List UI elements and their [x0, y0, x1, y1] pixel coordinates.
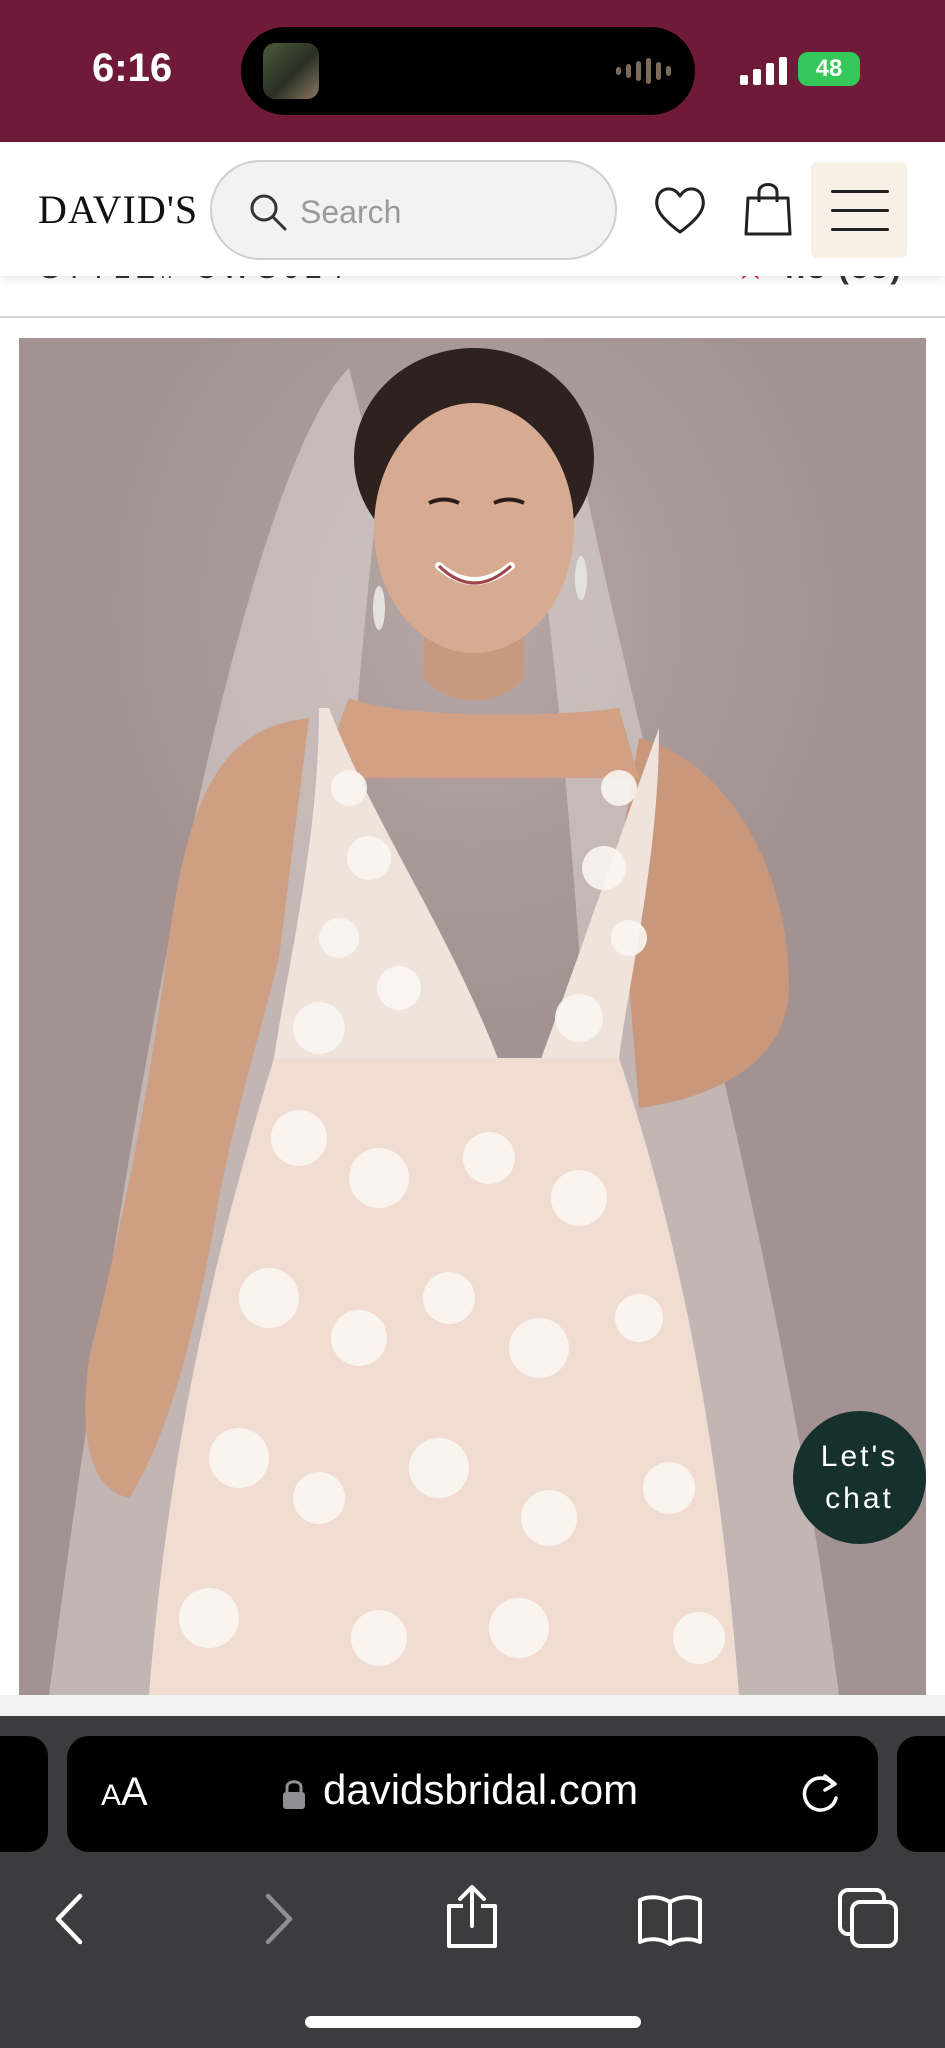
dynamic-island[interactable]	[241, 27, 695, 115]
product-image[interactable]	[19, 338, 926, 1695]
search-input[interactable]	[300, 190, 600, 234]
chevron-left-icon[interactable]	[50, 1892, 90, 1946]
status-bar: 6:16 48	[0, 0, 945, 142]
battery-indicator: 48	[798, 52, 860, 86]
lock-icon	[283, 1780, 305, 1809]
battery-level: 48	[815, 55, 843, 82]
browser-bottom-bar: AA davidsbridal.com	[0, 1716, 945, 2048]
chat-label-line2: chat	[825, 1481, 894, 1515]
reload-icon[interactable]	[797, 1770, 843, 1818]
shopping-bag-icon[interactable]	[740, 178, 796, 238]
davids-logo[interactable]: DAVID'S	[38, 186, 198, 233]
search-bar[interactable]	[210, 160, 617, 260]
status-time: 6:16	[92, 46, 173, 90]
url-text: davidsbridal.com	[323, 1766, 639, 1813]
browser-toolbar	[0, 1864, 945, 1974]
site-header: DAVID'S	[0, 142, 945, 276]
now-playing-thumbnail	[263, 43, 319, 99]
lets-chat-button[interactable]: Let's chat	[793, 1411, 926, 1544]
audio-wave-icon	[616, 57, 671, 85]
cellular-signal-icon	[740, 55, 787, 85]
previous-tab-preview[interactable]	[0, 1736, 48, 1852]
page-bottom-edge	[0, 1695, 945, 1716]
hamburger-menu-icon[interactable]	[811, 162, 907, 258]
home-indicator[interactable]	[305, 2016, 641, 2028]
reader-options-button[interactable]: AA	[101, 1770, 148, 1815]
next-tab-preview[interactable]	[897, 1736, 945, 1852]
chevron-right-icon	[265, 1893, 293, 1945]
chat-label-line1: Let's	[820, 1439, 899, 1473]
tabs-icon[interactable]	[836, 1886, 900, 1950]
address-bar[interactable]: AA davidsbridal.com	[67, 1736, 878, 1852]
search-icon	[250, 194, 287, 231]
share-icon[interactable]	[443, 1884, 501, 1950]
book-icon[interactable]	[636, 1892, 704, 1946]
heart-icon[interactable]	[652, 184, 708, 236]
